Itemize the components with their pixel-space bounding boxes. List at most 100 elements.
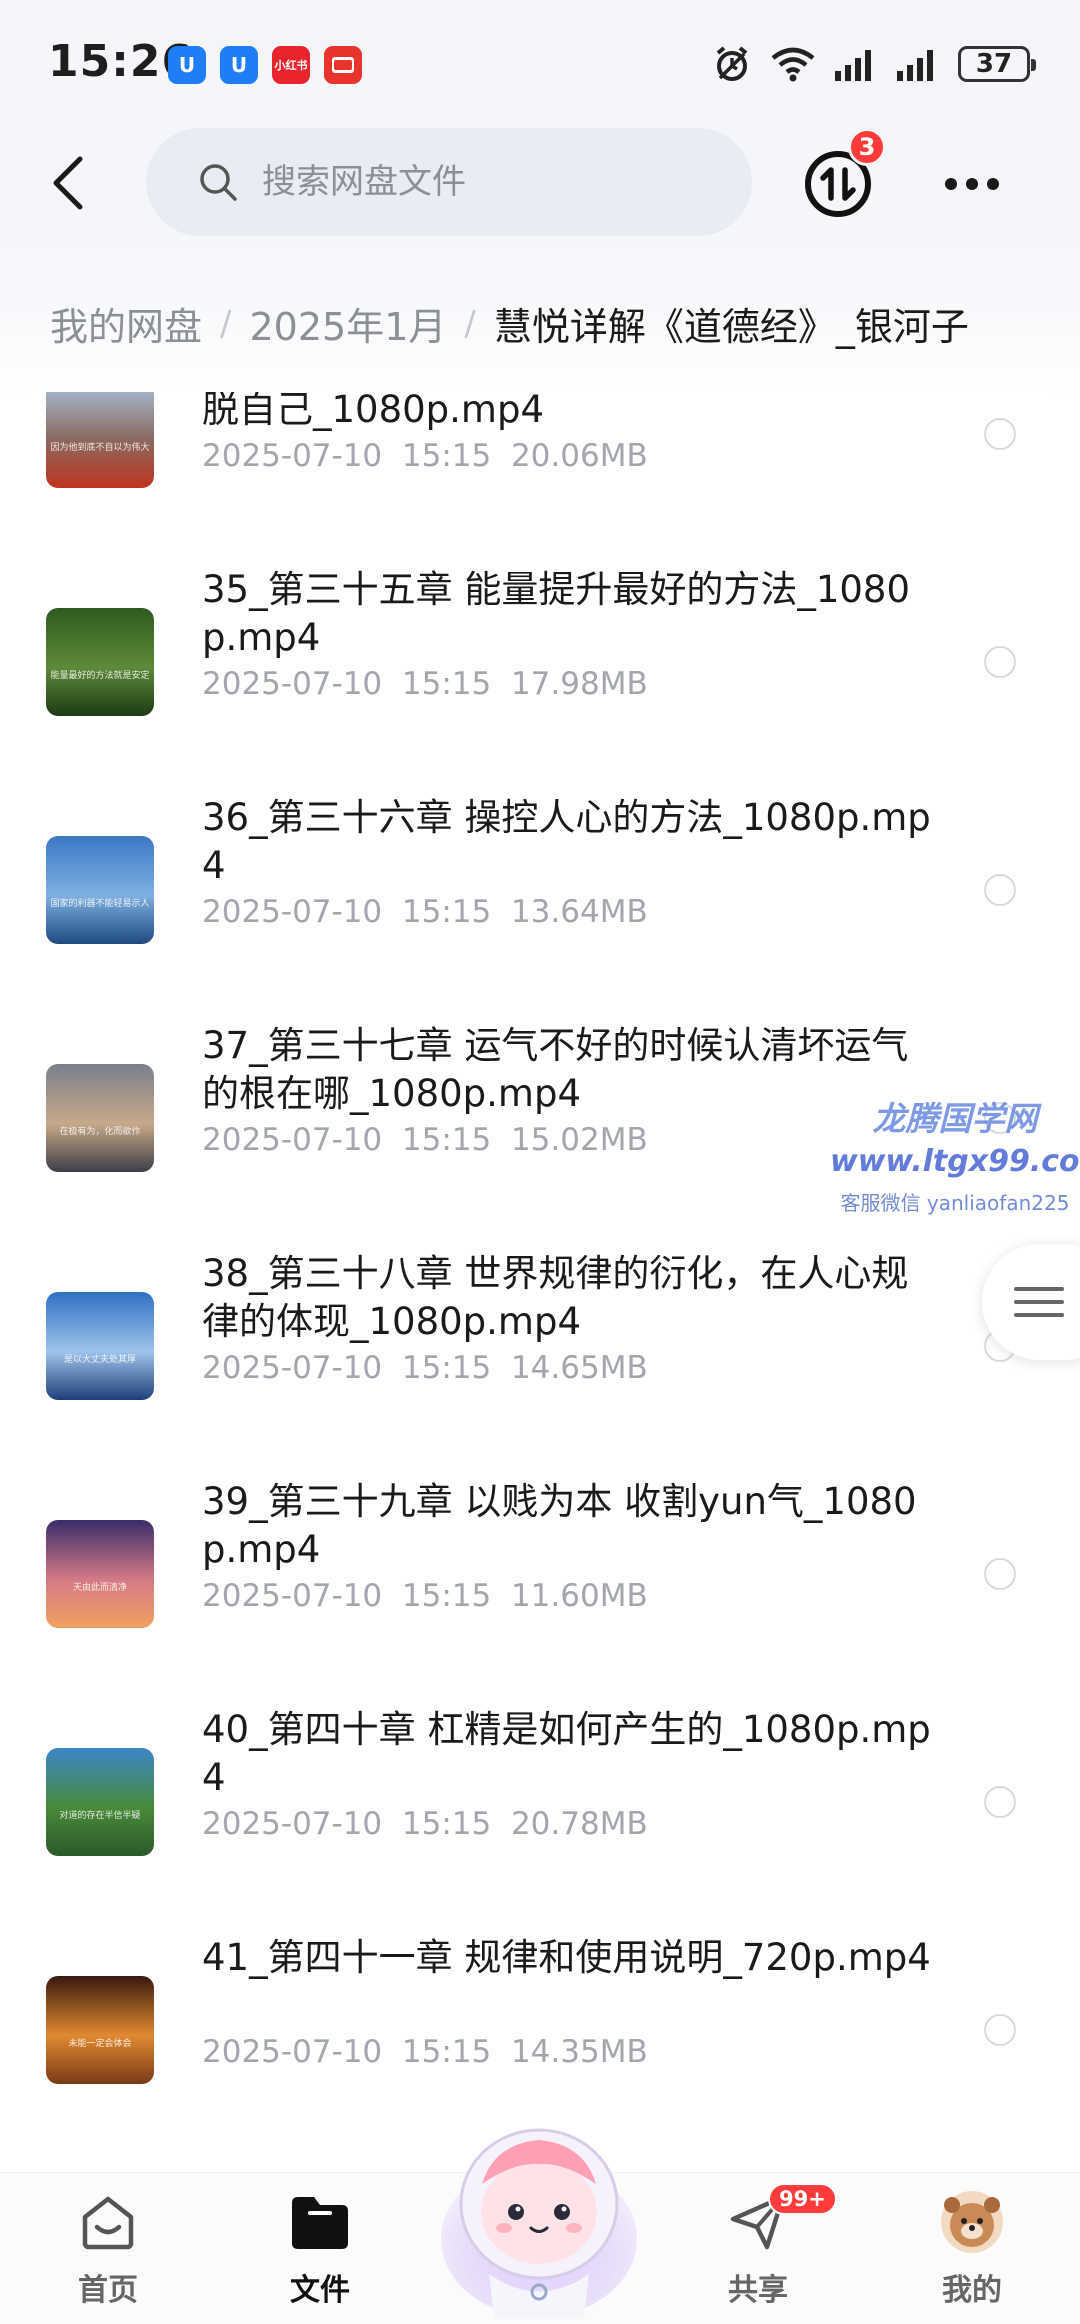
chevron-left-icon xyxy=(53,156,83,210)
app-notification-icon: U xyxy=(220,46,258,84)
file-list-item[interactable]: 在极有为，化而欲作 37_第三十七章 运气不好的时候认清坏运气的根在哪_1080p… xyxy=(0,1008,1080,1236)
file-name: 37_第三十七章 运气不好的时候认清坏运气的根在哪_1080p.mp4 xyxy=(202,1024,909,1115)
file-time: 15:15 xyxy=(401,1578,492,1614)
select-checkbox[interactable] xyxy=(984,874,1016,906)
thumbnail-caption: 是以大丈夫处其厚 xyxy=(63,1355,136,1365)
wifi-icon xyxy=(771,47,815,82)
file-time: 15:15 xyxy=(401,894,492,930)
file-size: 14.35MB xyxy=(510,2034,648,2070)
file-date: 2025-07-10 xyxy=(202,1806,383,1842)
file-name: 41_第四十一章 规律和使用说明_720p.mp4 xyxy=(202,1936,931,1979)
file-name: 39_第三十九章 以贱为本 收割yun气_1080p.mp4 xyxy=(202,1480,917,1571)
nav-me[interactable]: 我的 xyxy=(902,2187,1042,2317)
video-thumbnail: 未能一定会体会 xyxy=(46,1976,154,2084)
select-checkbox[interactable] xyxy=(984,1786,1016,1818)
breadcrumb: 我的网盘 / 2025年1月 / 慧悦详解《道德经》_银河子 xyxy=(50,296,969,351)
nav-label: 文件 xyxy=(290,2273,350,2308)
file-date: 2025-07-10 xyxy=(202,1350,383,1386)
file-meta: 2025-07-10 15:15 13.64MB xyxy=(202,894,648,930)
xiaohongshu-icon: 小红书 xyxy=(272,46,310,84)
file-date: 2025-07-10 xyxy=(202,2034,383,2070)
file-name: 35_第三十五章 能量提升最好的方法_1080p.mp4 xyxy=(202,568,911,659)
file-list-item[interactable]: 对道的存在半信半疑 40_第四十章 杠精是如何产生的_1080p.mp4 2025-… xyxy=(0,1692,1080,1920)
menu-line-icon xyxy=(1014,1287,1064,1291)
back-button[interactable] xyxy=(38,150,98,216)
transfer-badge: 3 xyxy=(848,128,886,166)
app-notification-icon: U xyxy=(168,46,206,84)
header: 3 xyxy=(0,128,1080,238)
avatar-icon xyxy=(941,2191,1003,2253)
video-thumbnail: 对道的存在半信半疑 xyxy=(46,1748,154,1856)
video-thumbnail: 是以大丈夫处其厚 xyxy=(46,1292,154,1400)
breadcrumb-current: 慧悦详解《道德经》_银河子 xyxy=(493,305,969,349)
file-time: 15:15 xyxy=(401,1806,492,1842)
nav-label: 我的 xyxy=(942,2273,1002,2308)
file-time: 15:15 xyxy=(401,438,492,474)
file-name: 36_第三十六章 操控人心的方法_1080p.mp4 xyxy=(202,796,931,887)
app-notification-icon xyxy=(324,46,362,84)
thumbnail-caption: 在极有为，化而欲作 xyxy=(59,1127,141,1137)
select-checkbox[interactable] xyxy=(984,1558,1016,1590)
battery-indicator: 37 xyxy=(958,46,1036,82)
search-input[interactable] xyxy=(262,162,742,202)
thumbnail-caption: 对道的存在半信半疑 xyxy=(59,1811,141,1821)
alarm-icon xyxy=(716,46,748,81)
file-meta: 2025-07-10 15:15 14.35MB xyxy=(202,2034,648,2070)
home-icon xyxy=(82,2196,134,2250)
file-time: 15:15 xyxy=(401,1122,492,1158)
status-right: 37 xyxy=(712,44,1036,84)
signal-icon xyxy=(835,50,871,81)
select-checkbox[interactable] xyxy=(984,2014,1016,2046)
breadcrumb-separator: / xyxy=(220,303,232,344)
nav-files[interactable]: 文件 xyxy=(250,2187,390,2317)
file-time: 15:15 xyxy=(401,666,492,702)
file-list-item[interactable]: 能量最好的方法就是安定 35_第三十五章 能量提升最好的方法_1080p.mp4 2… xyxy=(0,552,1080,780)
thumbnail-caption: 国家的利器不能轻易示人 xyxy=(50,899,150,909)
file-list-item[interactable]: 国家的利器不能轻易示人 36_第三十六章 操控人心的方法_1080p.mp4 202… xyxy=(0,780,1080,1008)
more-dot-icon xyxy=(987,178,999,190)
file-size: 20.78MB xyxy=(510,1806,648,1842)
share-badge: 99+ xyxy=(768,2183,837,2215)
nav-label: 首页 xyxy=(78,2273,138,2308)
file-time: 15:15 xyxy=(401,2034,492,2070)
file-list-item[interactable]: 因为他到底不自以为伟大 34_第三十四章 人摆脱不了命运，但可以摆脱自己_1080… xyxy=(0,392,1080,552)
file-name: 38_第三十八章 世界规律的衍化，在人心规律的体现_1080p.mp4 xyxy=(202,1252,909,1343)
file-list-item[interactable]: 天由此而清净 39_第三十九章 以贱为本 收割yun气_1080p.mp4 2025… xyxy=(0,1464,1080,1692)
video-thumbnail: 国家的利器不能轻易示人 xyxy=(46,836,154,944)
thumbnail-caption: 天由此而清净 xyxy=(72,1583,127,1593)
file-meta: 2025-07-10 15:15 15.02MB xyxy=(202,1122,648,1158)
menu-line-icon xyxy=(1014,1300,1064,1304)
nav-home[interactable]: 首页 xyxy=(38,2187,178,2317)
file-size: 13.64MB xyxy=(510,894,648,930)
file-date: 2025-07-10 xyxy=(202,894,383,930)
select-checkbox[interactable] xyxy=(984,1102,1016,1134)
nav-label: 共享 xyxy=(728,2273,788,2308)
thumbnail-caption: 未能一定会体会 xyxy=(68,2039,132,2049)
nav-share[interactable]: 共享 99+ xyxy=(688,2183,837,2317)
file-meta: 2025-07-10 15:15 14.65MB xyxy=(202,1350,648,1386)
file-name: 40_第四十章 杠精是如何产生的_1080p.mp4 xyxy=(202,1708,931,1799)
breadcrumb-separator: / xyxy=(464,303,476,344)
select-checkbox[interactable] xyxy=(984,646,1016,678)
file-date: 2025-07-10 xyxy=(202,438,383,474)
select-checkbox[interactable] xyxy=(984,418,1016,450)
ai-assistant-mascot-button[interactable] xyxy=(434,2104,644,2324)
video-thumbnail: 因为他到底不自以为伟大 xyxy=(46,392,154,488)
more-dot-icon xyxy=(966,178,978,190)
file-size: 17.98MB xyxy=(510,666,648,702)
breadcrumb-item[interactable]: 我的网盘 xyxy=(50,296,202,351)
video-thumbnail: 天由此而清净 xyxy=(46,1520,154,1628)
file-list-item[interactable]: 是以大丈夫处其厚 38_第三十八章 世界规律的衍化，在人心规律的体现_1080p.… xyxy=(0,1236,1080,1464)
file-time: 15:15 xyxy=(401,1350,492,1386)
search-bar[interactable] xyxy=(146,128,752,236)
file-meta: 2025-07-10 15:15 11.60MB xyxy=(202,1578,648,1614)
file-list: 因为他到底不自以为伟大 34_第三十四章 人摆脱不了命运，但可以摆脱自己_1080… xyxy=(0,392,1080,2172)
file-size: 14.65MB xyxy=(510,1350,648,1386)
more-options-button[interactable] xyxy=(940,152,1004,216)
file-meta: 2025-07-10 15:15 20.78MB xyxy=(202,1806,648,1842)
video-thumbnail: 在极有为，化而欲作 xyxy=(46,1064,154,1172)
breadcrumb-item[interactable]: 2025年1月 xyxy=(249,296,446,351)
file-size: 15.02MB xyxy=(510,1122,648,1158)
status-bar: 15:26 U U 小红书 37 xyxy=(0,0,1080,128)
file-date: 2025-07-10 xyxy=(202,666,383,702)
